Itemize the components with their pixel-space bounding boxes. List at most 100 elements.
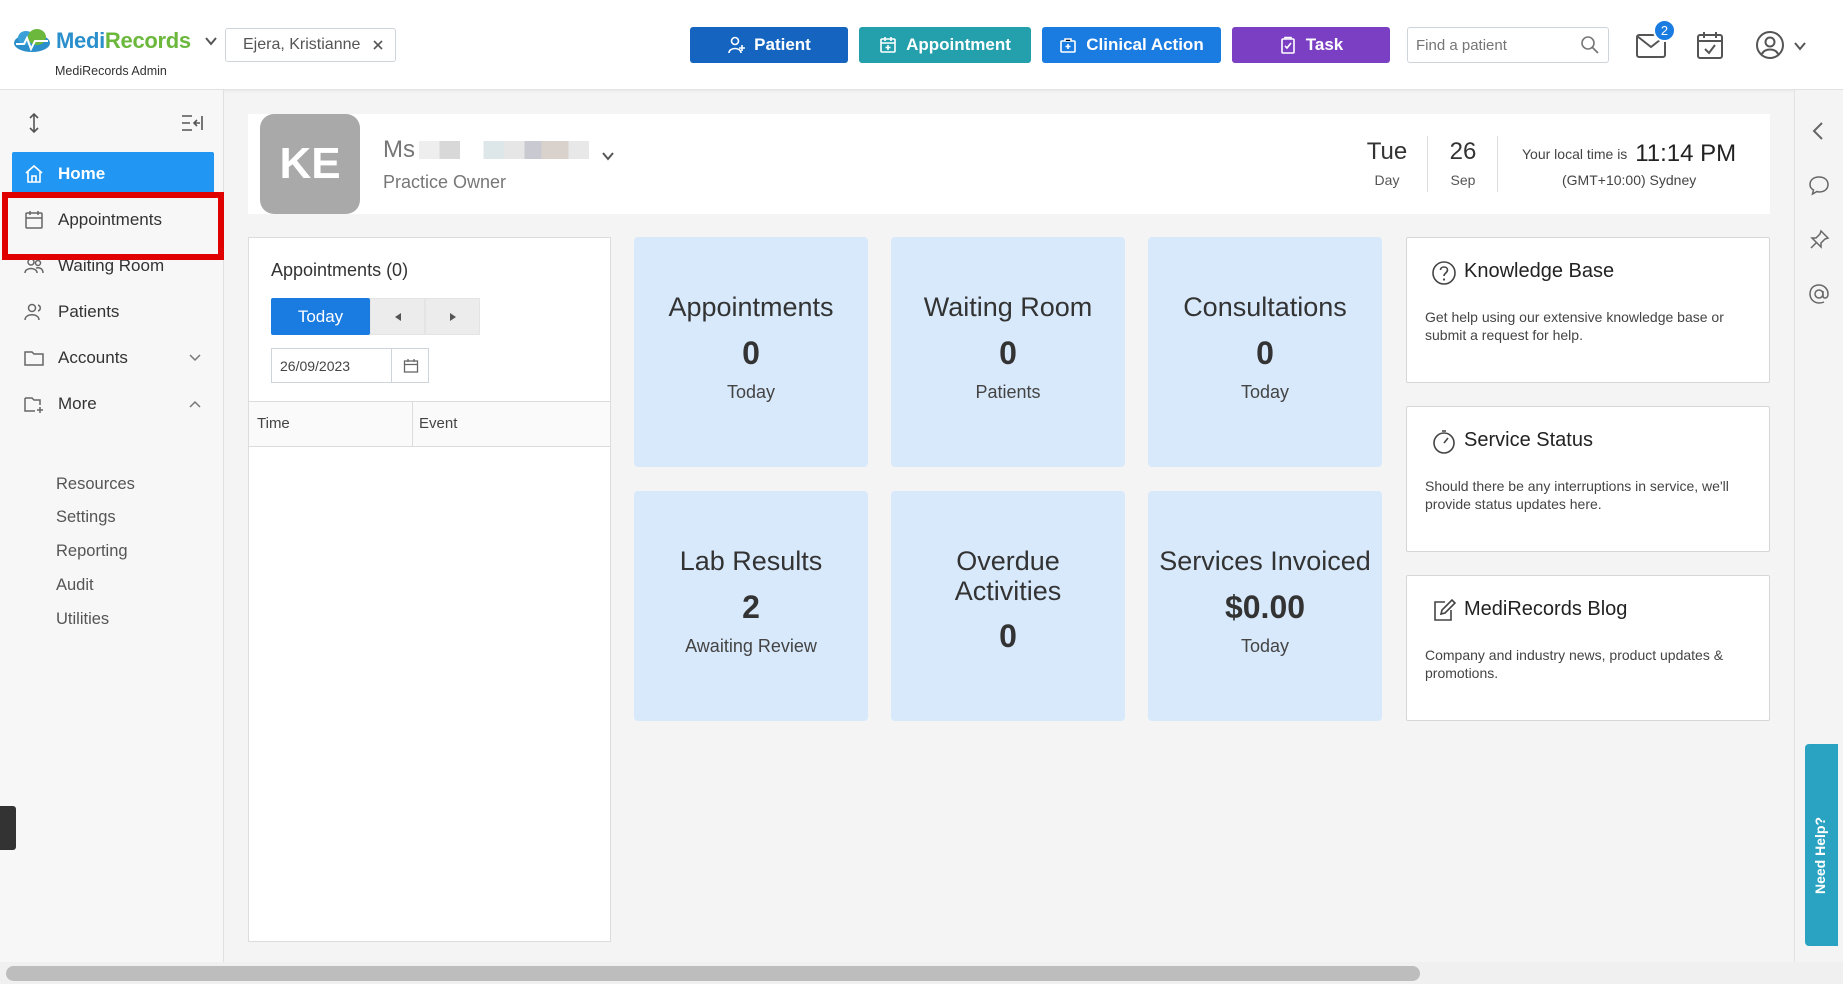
tile-lab-results[interactable]: Lab Results 2 Awaiting Review xyxy=(634,491,868,721)
calendar-icon xyxy=(403,358,418,373)
new-patient-button[interactable]: Patient xyxy=(690,27,848,63)
tile-overdue-activities[interactable]: Overdue Activities 0 xyxy=(891,491,1125,721)
column-header-time[interactable]: Time xyxy=(257,415,290,432)
logo-text: MediRecords xyxy=(56,28,191,53)
edit-icon xyxy=(1434,598,1457,621)
calendar-check-icon[interactable] xyxy=(1696,30,1724,60)
calendar-plus-icon xyxy=(880,37,896,53)
today-button[interactable]: Today xyxy=(271,298,370,335)
timezone: (GMT+10:00) Sydney xyxy=(1562,172,1697,188)
clinical-action-button[interactable]: Clinical Action xyxy=(1042,27,1221,63)
app-logo[interactable]: MediRecords xyxy=(12,28,219,54)
appointments-panel: Appointments (0) Today 26/09/2023 Time E… xyxy=(248,237,611,942)
sidebar-item-more[interactable]: More xyxy=(12,382,214,426)
at-sign-icon[interactable] xyxy=(1808,283,1830,305)
scrollbar-thumb[interactable] xyxy=(6,966,1420,981)
local-time: Your local time is 11:14 PM xyxy=(1522,140,1736,168)
card-description: Company and industry news, product updat… xyxy=(1425,647,1724,682)
need-help-tab[interactable]: Need Help? xyxy=(1805,744,1838,946)
local-time-label: Your local time is xyxy=(1522,146,1628,162)
patient-chip[interactable]: Ejera, Kristianne xyxy=(225,28,396,62)
tile-subtitle: Today xyxy=(1240,635,1290,656)
redacted-name xyxy=(419,141,589,159)
home-icon xyxy=(25,164,43,183)
tile-consultations[interactable]: Consultations 0 Today xyxy=(1148,237,1382,467)
avatar: KE xyxy=(260,114,360,214)
clipboard-check-icon xyxy=(1280,36,1295,54)
user-name-prefix: Ms xyxy=(383,136,415,163)
new-task-label: Task xyxy=(1305,35,1344,54)
logo-cloud-icon xyxy=(14,29,50,52)
tile-value: 2 xyxy=(742,588,760,625)
tile-appointments[interactable]: Appointments 0 Today xyxy=(634,237,868,467)
prev-day-button[interactable] xyxy=(370,298,425,335)
tile-title: Overdue Activities xyxy=(954,546,1062,606)
pin-icon[interactable] xyxy=(1808,229,1830,251)
sidebar-subitem-resources[interactable]: Resources xyxy=(56,475,135,494)
collapse-sidebar-icon[interactable] xyxy=(180,113,204,133)
tile-subtitle: Patients xyxy=(975,381,1041,402)
folder-icon xyxy=(24,351,44,366)
month-label: Sep xyxy=(1450,172,1476,188)
knowledge-base-card[interactable]: Knowledge Base Get help using our extens… xyxy=(1406,237,1770,383)
sort-vertical-icon[interactable] xyxy=(24,112,44,134)
divider xyxy=(1497,136,1498,192)
tile-services-invoiced[interactable]: Services Invoiced $0.00 Today xyxy=(1148,491,1382,721)
new-appointment-label: Appointment xyxy=(906,35,1011,54)
close-icon[interactable] xyxy=(371,38,385,52)
side-drawer-tab[interactable] xyxy=(0,806,16,850)
date-display: 26 Sep xyxy=(1445,138,1481,188)
chevron-down-icon xyxy=(189,354,201,362)
date-picker-button[interactable] xyxy=(391,348,429,383)
service-status-card[interactable]: Service Status Should there be any inter… xyxy=(1406,406,1770,552)
mail-count-badge: 2 xyxy=(1653,19,1676,42)
tile-waiting-room[interactable]: Waiting Room 0 Patients xyxy=(891,237,1125,467)
sidebar-subitem-audit[interactable]: Audit xyxy=(56,576,94,595)
new-appointment-button[interactable]: Appointment xyxy=(859,27,1031,63)
chevron-down-icon[interactable] xyxy=(1793,39,1807,53)
column-header-event[interactable]: Event xyxy=(419,415,457,432)
blog-card[interactable]: MediRecords Blog Company and industry ne… xyxy=(1406,575,1770,721)
find-patient-input[interactable] xyxy=(1407,27,1609,63)
appointments-panel-title: Appointments (0) xyxy=(271,260,409,280)
top-bar: MediRecords MediRecords Admin Ejera, Kri… xyxy=(0,0,1843,90)
patients-icon xyxy=(24,303,41,321)
card-description: Get help using our extensive knowledge b… xyxy=(1425,309,1724,344)
sidebar-subitem-reporting[interactable]: Reporting xyxy=(56,542,128,561)
chevron-down-icon[interactable] xyxy=(600,148,616,164)
sidebar-subitem-settings[interactable]: Settings xyxy=(56,508,116,527)
chat-icon[interactable] xyxy=(1808,174,1830,196)
add-user-icon xyxy=(728,36,746,54)
sidebar-item-accounts[interactable]: Accounts xyxy=(12,336,214,380)
user-account-icon[interactable] xyxy=(1755,30,1785,60)
tile-title: Appointments xyxy=(668,292,834,322)
app-subtitle: MediRecords Admin xyxy=(55,64,167,78)
chevron-left-icon[interactable] xyxy=(1808,120,1830,142)
local-time-value: 11:14 PM xyxy=(1635,140,1737,167)
search-icon[interactable] xyxy=(1580,35,1600,55)
sidebar: Home Appointments Waiting Room Patients … xyxy=(0,90,224,984)
horizontal-scrollbar[interactable] xyxy=(0,962,1843,984)
stopwatch-icon xyxy=(1433,430,1455,454)
user-role: Practice Owner xyxy=(383,172,507,192)
next-day-button[interactable] xyxy=(425,298,480,335)
chevron-up-icon xyxy=(189,400,201,408)
tile-value: 0 xyxy=(999,618,1017,655)
user-name[interactable]: Ms xyxy=(383,136,589,164)
tile-value: 0 xyxy=(742,334,760,371)
card-title: Service Status xyxy=(1464,429,1593,451)
patient-chip-label: Ejera, Kristianne xyxy=(243,36,361,53)
new-task-button[interactable]: Task xyxy=(1232,27,1390,63)
day-name: Tue xyxy=(1366,138,1408,165)
sidebar-item-home[interactable]: Home xyxy=(12,152,214,196)
chevron-down-icon[interactable] xyxy=(203,33,219,49)
tile-value: 0 xyxy=(999,334,1017,371)
sidebar-subitem-utilities[interactable]: Utilities xyxy=(56,610,109,629)
day-label: Day xyxy=(1374,172,1400,188)
tile-value: 0 xyxy=(1256,334,1274,371)
caret-left-icon xyxy=(394,312,401,321)
sidebar-item-patients[interactable]: Patients xyxy=(12,290,214,334)
day-display: Tue Day xyxy=(1362,138,1412,188)
card-description: Should there be any interruptions in ser… xyxy=(1425,478,1729,513)
card-title: Knowledge Base xyxy=(1464,260,1615,282)
